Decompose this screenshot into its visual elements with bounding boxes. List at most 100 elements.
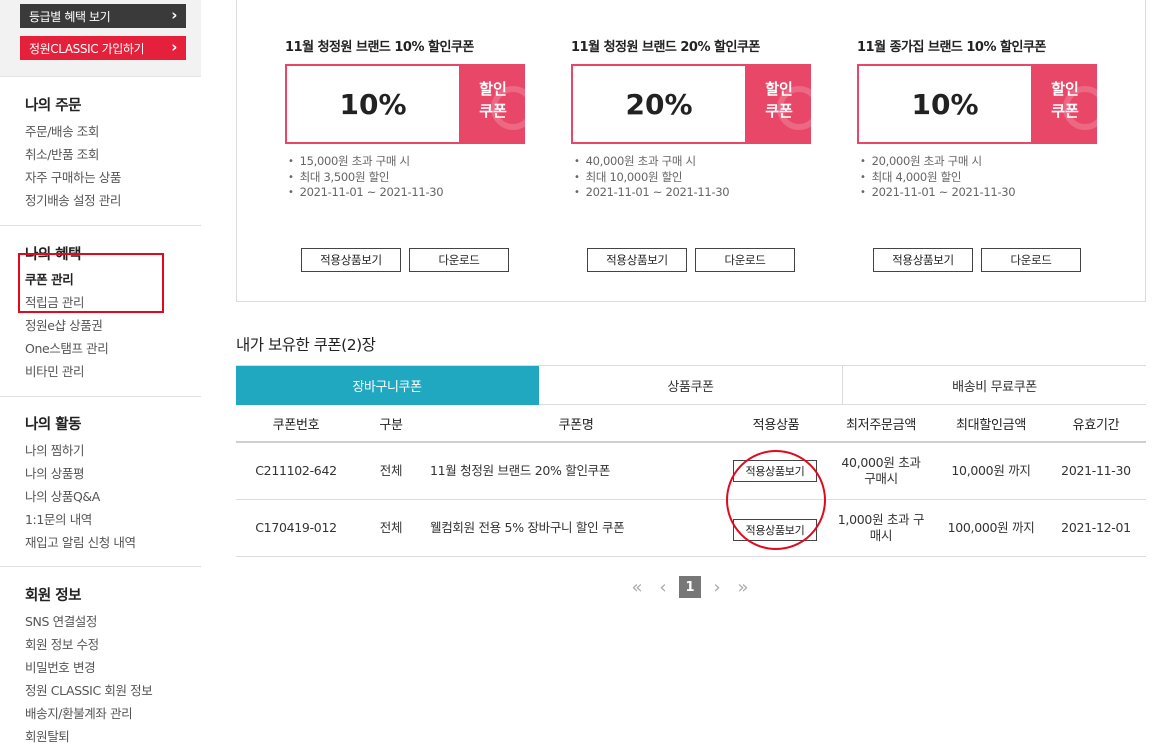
- sidebar-item-stamp[interactable]: One스탬프 관리: [25, 338, 109, 357]
- chevron-right-icon: ›: [171, 6, 177, 24]
- coupon-percent: 10%: [285, 64, 461, 144]
- coupon-graphic: 10% 할인 쿠폰: [285, 64, 525, 144]
- view-products-button[interactable]: 적용상품보기: [587, 248, 687, 272]
- sidebar-item-wishlist[interactable]: 나의 찜하기: [25, 440, 84, 459]
- coupon-stub: 할인 쿠폰: [461, 64, 525, 144]
- tab-cart-coupon[interactable]: 장바구니쿠폰: [236, 366, 539, 405]
- tab-free-shipping-coupon[interactable]: 배송비 무료쿠폰: [843, 366, 1146, 405]
- coupon-title: 11월 청정원 브랜드 10% 할인쿠폰: [285, 40, 474, 55]
- coupon-stub-label: 할인: [479, 80, 507, 98]
- coupon-type: 전체: [379, 520, 403, 535]
- coupon-number: C170419-012: [255, 520, 337, 535]
- next-page-icon[interactable]: ›: [709, 576, 725, 598]
- coupon-condition: 40,000원 초과 구매 시: [574, 153, 696, 169]
- coupon-period: 2021-11-01 ~ 2021-11-30: [860, 185, 1016, 199]
- sidebar-section-title: 회원 정보: [25, 588, 81, 604]
- owned-coupons-title: 내가 보유한 쿠폰(2)장: [236, 336, 376, 354]
- coupon-period: 2021-11-01 ~ 2021-11-30: [288, 185, 444, 199]
- download-button[interactable]: 다운로드: [695, 248, 795, 272]
- sidebar-item-sns[interactable]: SNS 연결설정: [25, 611, 97, 630]
- sidebar-divider: [0, 396, 201, 397]
- sidebar-item-frequent-products[interactable]: 자주 구매하는 상품: [25, 167, 121, 186]
- tab-product-coupon[interactable]: 상품쿠폰: [539, 366, 843, 405]
- sidebar-item-withdraw[interactable]: 회원탈퇴: [25, 726, 70, 745]
- chevron-right-icon: ›: [171, 38, 177, 56]
- table-header: 쿠폰번호 구분 쿠폰명 적용상품 최저주문금액 최대할인금액 유효기간: [236, 405, 1146, 443]
- coupon-stub-label: 쿠폰: [1051, 102, 1079, 120]
- download-button[interactable]: 다운로드: [981, 248, 1081, 272]
- classic-join-label: 정원CLASSIC 가입하기: [29, 41, 145, 56]
- coupon-percent: 20%: [571, 64, 747, 144]
- sidebar-divider: [0, 225, 201, 226]
- sidebar-item-cancel-return[interactable]: 취소/반품 조회: [25, 144, 99, 163]
- column-header-name: 쿠폰명: [558, 417, 594, 433]
- coupon-stub: 할인 쿠폰: [1033, 64, 1097, 144]
- view-products-button[interactable]: 적용상품보기: [873, 248, 973, 272]
- view-products-button[interactable]: 적용상품보기: [733, 519, 817, 541]
- last-page-icon[interactable]: »: [733, 576, 753, 598]
- coupon-period: 2021-11-01 ~ 2021-11-30: [574, 185, 730, 199]
- first-page-icon[interactable]: «: [627, 576, 647, 598]
- column-header-coupon-no: 쿠폰번호: [272, 417, 320, 433]
- grade-benefits-button[interactable]: 등급별 혜택 보기 ›: [20, 4, 186, 28]
- sidebar-section-title: 나의 활동: [25, 417, 81, 433]
- coupon-card: 11월 종가집 브랜드 10% 할인쿠폰 10% 할인 쿠폰 20,000원 초…: [857, 36, 1097, 272]
- grade-benefits-label: 등급별 혜택 보기: [29, 9, 111, 24]
- max-discount-amount: 100,000원 까지: [947, 520, 1035, 535]
- sidebar-item-subscription[interactable]: 정기배송 설정 관리: [25, 190, 121, 209]
- sidebar-item-order-status[interactable]: 주문/배송 조회: [25, 121, 99, 140]
- sidebar-item-address-refund[interactable]: 배송지/환불계좌 관리: [25, 703, 133, 722]
- coupon-download-panel: 11월 청정원 브랜드 10% 할인쿠폰 10% 할인 쿠폰 15,000원 초…: [236, 0, 1146, 302]
- coupon-type: 전체: [379, 463, 403, 478]
- coupon-graphic: 20% 할인 쿠폰: [571, 64, 811, 144]
- coupon-stub: 할인 쿠폰: [747, 64, 811, 144]
- sidebar-item-gift-card[interactable]: 정원e샵 상품권: [25, 315, 103, 334]
- sidebar: 등급별 혜택 보기 › 정원CLASSIC 가입하기 › 나의 주문 주문/배송…: [0, 0, 201, 754]
- sidebar-item-edit-profile[interactable]: 회원 정보 수정: [25, 634, 99, 653]
- expiry-date: 2021-12-01: [1061, 520, 1131, 535]
- download-button[interactable]: 다운로드: [409, 248, 509, 272]
- table-row: C170419-012 전체 웰컴회원 전용 5% 장바구니 할인 쿠폰 적용상…: [236, 500, 1146, 557]
- coupon-stub-label: 쿠폰: [765, 102, 793, 120]
- column-header-products: 적용상품: [752, 417, 800, 433]
- sidebar-item-points[interactable]: 적립금 관리: [25, 292, 84, 311]
- coupon-graphic: 10% 할인 쿠폰: [857, 64, 1097, 144]
- coupon-max-discount: 최대 3,500원 할인: [288, 169, 390, 185]
- max-discount-amount: 10,000원 까지: [951, 463, 1031, 478]
- coupon-condition: 20,000원 초과 구매 시: [860, 153, 982, 169]
- prev-page-icon[interactable]: ‹: [655, 576, 671, 598]
- coupon-card: 11월 청정원 브랜드 10% 할인쿠폰 10% 할인 쿠폰 15,000원 초…: [285, 36, 525, 272]
- min-order-amount: 40,000원 초과 구매시: [841, 455, 921, 486]
- sidebar-item-reviews[interactable]: 나의 상품평: [25, 463, 84, 482]
- coupon-percent: 10%: [857, 64, 1033, 144]
- column-header-max-discount: 최대할인금액: [956, 417, 1026, 433]
- coupon-name: 웰컴회원 전용 5% 장바구니 할인 쿠폰: [430, 520, 625, 535]
- coupon-condition: 15,000원 초과 구매 시: [288, 153, 410, 169]
- view-products-button[interactable]: 적용상품보기: [301, 248, 401, 272]
- expiry-date: 2021-11-30: [1061, 463, 1131, 478]
- min-order-amount: 1,000원 초과 구매시: [837, 512, 925, 543]
- coupon-title: 11월 종가집 브랜드 10% 할인쿠폰: [857, 40, 1046, 55]
- coupon-stub-label: 할인: [1051, 80, 1079, 98]
- classic-join-button[interactable]: 정원CLASSIC 가입하기 ›: [20, 36, 186, 60]
- sidebar-item-classic-info[interactable]: 정원 CLASSIC 회원 정보: [25, 680, 153, 699]
- sidebar-item-restock-alerts[interactable]: 재입고 알림 신청 내역: [25, 532, 136, 551]
- page-number-current[interactable]: 1: [679, 576, 701, 598]
- table-row: C211102-642 전체 11월 청정원 브랜드 20% 할인쿠폰 적용상품…: [236, 443, 1146, 500]
- sidebar-item-qna[interactable]: 나의 상품Q&A: [25, 486, 100, 505]
- sidebar-section-title: 나의 주문: [25, 98, 81, 114]
- sidebar-top-box: 등급별 혜택 보기 › 정원CLASSIC 가입하기 ›: [0, 0, 201, 77]
- sidebar-item-change-password[interactable]: 비밀번호 변경: [25, 657, 96, 676]
- coupon-name: 11월 청정원 브랜드 20% 할인쿠폰: [430, 463, 611, 478]
- sidebar-item-inquiries[interactable]: 1:1문의 내역: [25, 509, 92, 528]
- sidebar-item-coupons[interactable]: 쿠폰 관리: [25, 269, 74, 288]
- coupon-type-tabs: 장바구니쿠폰 상품쿠폰 배송비 무료쿠폰: [236, 365, 1146, 405]
- sidebar-item-vitamin[interactable]: 비타민 관리: [25, 361, 84, 380]
- coupon-stub-label: 할인: [765, 80, 793, 98]
- view-products-button[interactable]: 적용상품보기: [733, 460, 817, 482]
- coupon-max-discount: 최대 4,000원 할인: [860, 169, 962, 185]
- coupon-card: 11월 청정원 브랜드 20% 할인쿠폰 20% 할인 쿠폰 40,000원 초…: [571, 36, 811, 272]
- column-header-min-order: 최저주문금액: [846, 417, 916, 433]
- coupon-max-discount: 최대 10,000원 할인: [574, 169, 683, 185]
- coupon-title: 11월 청정원 브랜드 20% 할인쿠폰: [571, 40, 760, 55]
